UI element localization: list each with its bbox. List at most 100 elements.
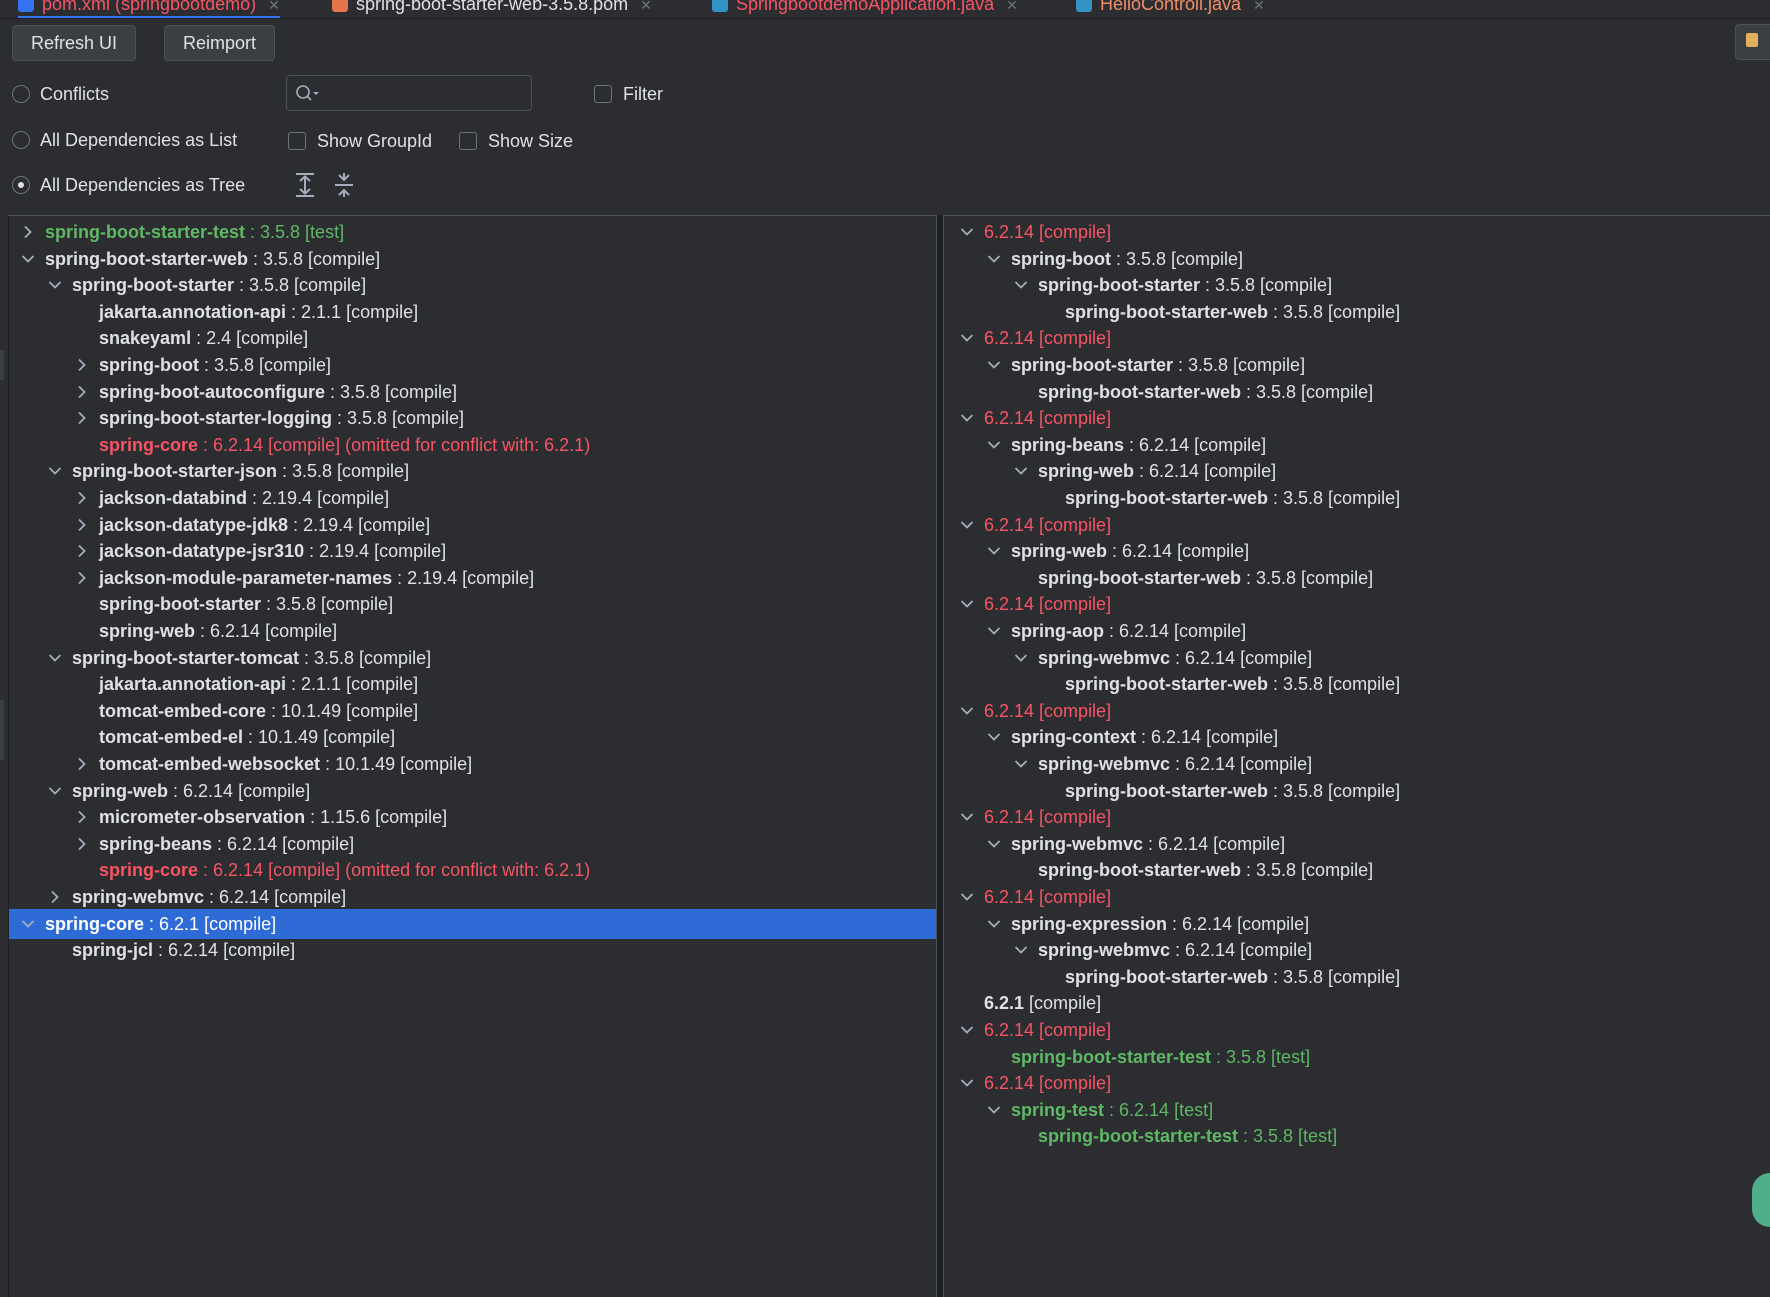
close-tab-icon[interactable]: ✕ — [1253, 0, 1265, 13]
tree-node[interactable]: tomcat-embed-el : 10.1.49 [compile] — [9, 722, 937, 752]
tree-node[interactable]: spring-beans : 6.2.14 [compile] — [9, 829, 937, 859]
chevron-right-icon[interactable] — [73, 510, 89, 540]
tree-node[interactable]: 6.2.14 [compile] — [944, 1068, 1770, 1098]
tree-node[interactable]: spring-boot-starter-web : 3.5.8 [compile… — [9, 244, 937, 274]
tree-node[interactable]: spring-webmvc : 6.2.14 [compile] — [9, 882, 937, 912]
show-groupid-label[interactable]: Show GroupId — [317, 130, 432, 152]
tree-node[interactable]: tomcat-embed-core : 10.1.49 [compile] — [9, 696, 937, 726]
notification-icon[interactable] — [1735, 24, 1770, 60]
tree-node[interactable]: 6.2.14 [compile] — [944, 882, 1770, 912]
chevron-right-icon[interactable] — [73, 377, 89, 407]
tree-node[interactable]: 6.2.14 [compile] — [944, 696, 1770, 726]
tree-node[interactable]: spring-webmvc : 6.2.14 [compile] — [944, 829, 1770, 859]
tree-node[interactable]: spring-boot-starter-web : 3.5.8 [compile… — [944, 776, 1770, 806]
all-dependencies-tree-label[interactable]: All Dependencies as Tree — [40, 174, 245, 196]
search-field[interactable] — [286, 75, 532, 111]
chevron-down-icon[interactable] — [958, 217, 974, 247]
chevron-down-icon[interactable] — [1012, 456, 1028, 486]
chevron-down-icon[interactable] — [985, 909, 1001, 939]
chevron-right-icon[interactable] — [73, 536, 89, 566]
tree-node[interactable]: spring-web : 6.2.14 [compile] — [944, 456, 1770, 486]
all-dependencies-list-radio[interactable] — [12, 131, 30, 149]
tree-node[interactable]: jackson-datatype-jsr310 : 2.19.4 [compil… — [9, 536, 937, 566]
editor-tab[interactable]: pom.xml (springbootdemo) ✕ — [18, 0, 280, 18]
editor-tab[interactable]: HelloControll.java ✕ — [1076, 0, 1265, 16]
conflicts-radio[interactable] — [12, 85, 30, 103]
tree-node[interactable]: 6.2.14 [compile] — [944, 323, 1770, 353]
tree-node[interactable]: spring-core : 6.2.14 [compile] (omitted … — [9, 855, 937, 885]
tree-node[interactable]: 6.2.14 [compile] — [944, 802, 1770, 832]
chevron-down-icon[interactable] — [958, 882, 974, 912]
chevron-down-icon[interactable] — [985, 616, 1001, 646]
tree-node[interactable]: spring-boot-starter-test : 3.5.8 [test] — [944, 1121, 1770, 1151]
chevron-down-icon[interactable] — [1012, 749, 1028, 779]
tree-node[interactable]: spring-webmvc : 6.2.14 [compile] — [944, 749, 1770, 779]
tree-node[interactable]: spring-boot-starter-web : 3.5.8 [compile… — [944, 483, 1770, 513]
chevron-right-icon[interactable] — [46, 882, 62, 912]
chevron-down-icon[interactable] — [46, 776, 62, 806]
chevron-down-icon[interactable] — [46, 456, 62, 486]
show-size-label[interactable]: Show Size — [488, 130, 573, 152]
tree-node[interactable]: spring-boot-starter-web : 3.5.8 [compile… — [944, 962, 1770, 992]
filter-label[interactable]: Filter — [623, 83, 663, 105]
tree-node[interactable]: spring-boot-starter : 3.5.8 [compile] — [9, 589, 937, 619]
tree-node[interactable]: 6.2.14 [compile] — [944, 217, 1770, 247]
tree-node[interactable]: spring-boot-starter : 3.5.8 [compile] — [944, 270, 1770, 300]
refresh-ui-button[interactable]: Refresh UI — [12, 25, 137, 61]
tree-node[interactable]: spring-webmvc : 6.2.14 [compile] — [944, 935, 1770, 965]
chevron-down-icon[interactable] — [958, 589, 974, 619]
tree-node[interactable]: 6.2.14 [compile] — [944, 589, 1770, 619]
close-tab-icon[interactable]: ✕ — [640, 0, 652, 13]
filter-checkbox[interactable] — [594, 85, 612, 103]
chevron-down-icon[interactable] — [19, 909, 35, 939]
chevron-down-icon[interactable] — [958, 510, 974, 540]
tree-node[interactable]: spring-boot-starter-logging : 3.5.8 [com… — [9, 403, 937, 433]
chevron-right-icon[interactable] — [73, 483, 89, 513]
panel-splitter[interactable] — [936, 215, 944, 1297]
chevron-down-icon[interactable] — [985, 430, 1001, 460]
show-groupid-checkbox[interactable] — [288, 132, 306, 150]
chevron-right-icon[interactable] — [73, 749, 89, 779]
tree-node[interactable]: snakeyaml : 2.4 [compile] — [9, 323, 937, 353]
tree-node[interactable]: spring-boot-starter-web : 3.5.8 [compile… — [944, 855, 1770, 885]
tree-node[interactable]: spring-context : 6.2.14 [compile] — [944, 722, 1770, 752]
tree-node[interactable]: spring-aop : 6.2.14 [compile] — [944, 616, 1770, 646]
chevron-down-icon[interactable] — [985, 350, 1001, 380]
tree-node[interactable]: spring-boot : 3.5.8 [compile] — [944, 244, 1770, 274]
chevron-down-icon[interactable] — [1012, 270, 1028, 300]
tree-node[interactable]: spring-core : 6.2.1 [compile] — [9, 908, 937, 939]
tree-node[interactable]: spring-boot : 3.5.8 [compile] — [9, 350, 937, 380]
assistant-bubble-icon[interactable] — [1750, 1165, 1770, 1235]
tree-node[interactable]: spring-boot-starter-web : 3.5.8 [compile… — [944, 377, 1770, 407]
tree-node[interactable]: 6.2.14 [compile] — [944, 1015, 1770, 1045]
chevron-down-icon[interactable] — [46, 643, 62, 673]
tree-node[interactable]: spring-boot-starter-tomcat : 3.5.8 [comp… — [9, 643, 937, 673]
tree-node[interactable]: spring-expression : 6.2.14 [compile] — [944, 909, 1770, 939]
tree-node[interactable]: spring-web : 6.2.14 [compile] — [9, 776, 937, 806]
tree-node[interactable]: jackson-databind : 2.19.4 [compile] — [9, 483, 937, 513]
tree-node[interactable]: jackson-datatype-jdk8 : 2.19.4 [compile] — [9, 510, 937, 540]
tree-node[interactable]: spring-boot-starter : 3.5.8 [compile] — [9, 270, 937, 300]
tree-node[interactable]: spring-boot-autoconfigure : 3.5.8 [compi… — [9, 377, 937, 407]
chevron-down-icon[interactable] — [985, 829, 1001, 859]
tree-node[interactable]: spring-boot-starter-web : 3.5.8 [compile… — [944, 563, 1770, 593]
tree-node[interactable]: micrometer-observation : 1.15.6 [compile… — [9, 802, 937, 832]
chevron-down-icon[interactable] — [958, 802, 974, 832]
tree-node[interactable]: spring-test : 6.2.14 [test] — [944, 1095, 1770, 1125]
chevron-down-icon[interactable] — [985, 536, 1001, 566]
chevron-right-icon[interactable] — [73, 403, 89, 433]
reimport-button[interactable]: Reimport — [164, 25, 276, 61]
tree-node[interactable]: spring-boot-starter-web : 3.5.8 [compile… — [944, 669, 1770, 699]
tree-node[interactable]: spring-boot-starter-test : 3.5.8 [test] — [9, 217, 937, 247]
tree-node[interactable]: spring-boot-starter : 3.5.8 [compile] — [944, 350, 1770, 380]
tree-node[interactable]: spring-web : 6.2.14 [compile] — [944, 536, 1770, 566]
tree-node[interactable]: jakarta.annotation-api : 2.1.1 [compile] — [9, 669, 937, 699]
close-tab-icon[interactable]: ✕ — [1006, 0, 1018, 13]
chevron-right-icon[interactable] — [19, 217, 35, 247]
close-tab-icon[interactable]: ✕ — [268, 0, 280, 13]
chevron-right-icon[interactable] — [73, 802, 89, 832]
tree-node[interactable]: spring-core : 6.2.14 [compile] (omitted … — [9, 430, 937, 460]
tree-node[interactable]: spring-boot-starter-test : 3.5.8 [test] — [944, 1042, 1770, 1072]
all-dependencies-tree-radio[interactable] — [12, 176, 30, 194]
chevron-down-icon[interactable] — [958, 1015, 974, 1045]
